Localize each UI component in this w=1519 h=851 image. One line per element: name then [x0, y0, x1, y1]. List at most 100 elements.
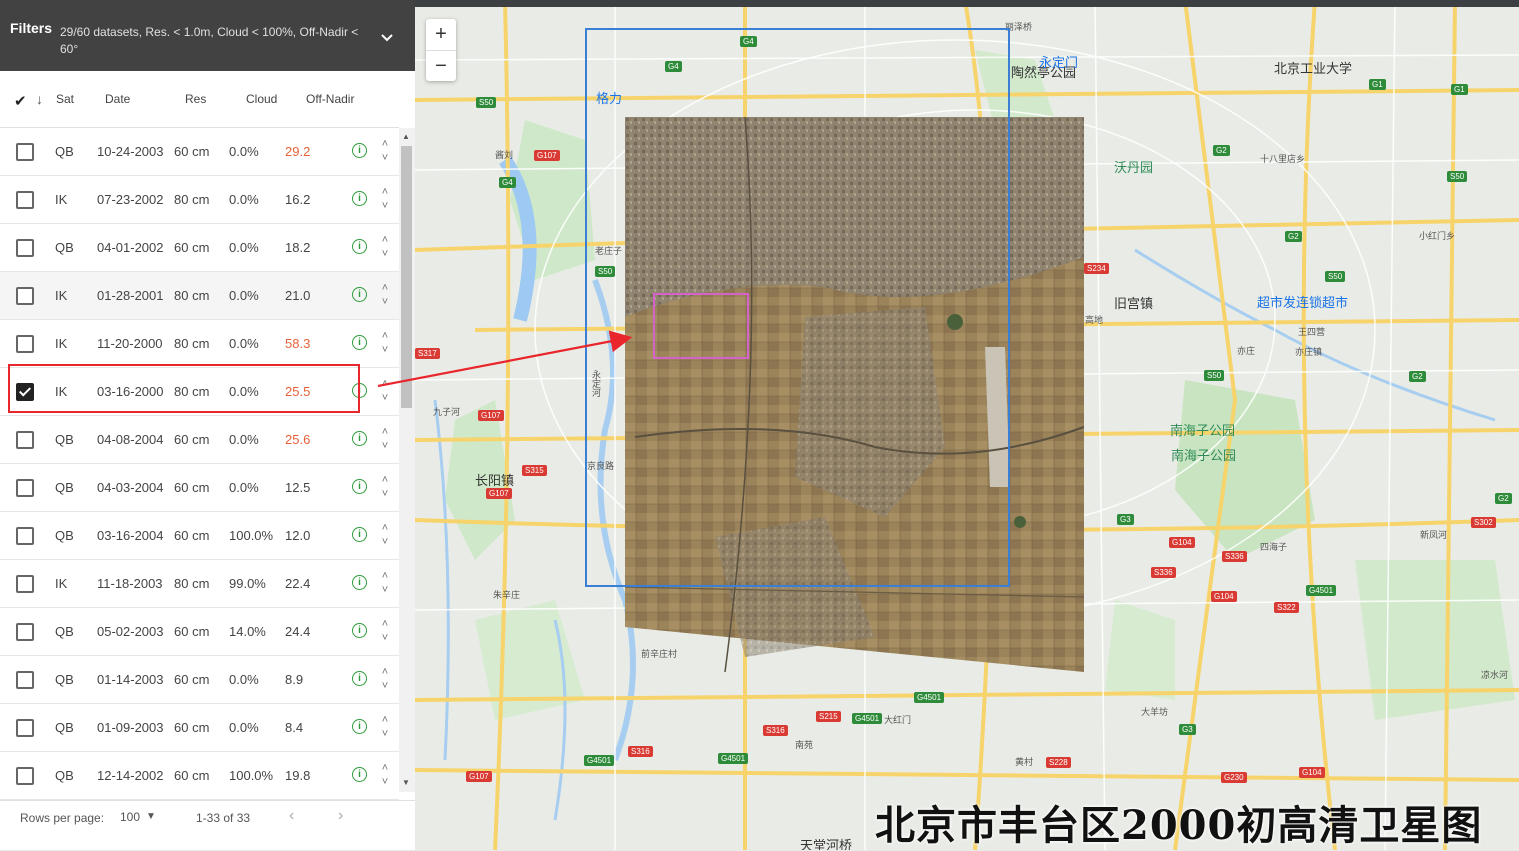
- cell-off-nadir: 21.0: [285, 288, 311, 303]
- info-icon[interactable]: i: [352, 719, 367, 734]
- info-icon[interactable]: i: [352, 143, 367, 158]
- next-page-icon[interactable]: ›: [338, 807, 343, 825]
- chevron-down-icon[interactable]: [378, 28, 396, 46]
- col-sat[interactable]: Sat: [56, 92, 74, 106]
- info-icon[interactable]: i: [352, 479, 367, 494]
- expand-chevrons-icon[interactable]: ˄ ˅: [379, 569, 391, 597]
- row-checkbox[interactable]: [16, 335, 34, 353]
- table-row[interactable]: QB 05-02-2003 60 cm 14.0% 24.4 i ˄ ˅: [0, 608, 399, 656]
- zoom-control: + −: [426, 19, 456, 81]
- expand-chevrons-icon[interactable]: ˄ ˅: [379, 617, 391, 645]
- caret-down-icon[interactable]: ▼: [146, 811, 156, 822]
- info-icon[interactable]: i: [352, 671, 367, 686]
- col-res[interactable]: Res: [185, 92, 206, 106]
- table-row[interactable]: QB 03-16-2004 60 cm 100.0% 12.0 i ˄ ˅: [0, 512, 399, 560]
- table-row[interactable]: QB 01-14-2003 60 cm 0.0% 8.9 i ˄ ˅: [0, 656, 399, 704]
- zoom-out-button[interactable]: −: [426, 51, 456, 82]
- row-checkbox[interactable]: [16, 767, 34, 785]
- col-cloud[interactable]: Cloud: [246, 92, 277, 106]
- cell-sat: IK: [55, 192, 68, 207]
- expand-chevrons-icon[interactable]: ˄ ˅: [379, 473, 391, 501]
- prev-page-icon[interactable]: ‹: [289, 807, 294, 825]
- row-checkbox[interactable]: [16, 575, 34, 593]
- table-scrollbar[interactable]: ▲ ▼: [399, 128, 415, 792]
- expand-chevrons-icon[interactable]: ˄ ˅: [379, 329, 391, 357]
- row-checkbox[interactable]: [16, 143, 34, 161]
- info-icon[interactable]: i: [352, 287, 367, 302]
- cell-res: 60 cm: [174, 624, 210, 639]
- info-icon[interactable]: i: [352, 767, 367, 782]
- info-icon[interactable]: i: [352, 431, 367, 446]
- image-caption: 北京市丰台区2000初高清卫星图: [875, 802, 1483, 849]
- table-row[interactable]: QB 04-01-2002 60 cm 0.0% 18.2 i ˄ ˅: [0, 224, 399, 272]
- info-icon[interactable]: i: [352, 623, 367, 638]
- road-shield: G107: [486, 488, 512, 499]
- row-checkbox[interactable]: [16, 527, 34, 545]
- cell-date: 11-18-2003: [97, 576, 163, 591]
- info-icon[interactable]: i: [352, 191, 367, 206]
- cell-date: 12-14-2002: [97, 768, 164, 783]
- map-label: 亦庄: [1237, 346, 1256, 356]
- map-label: 北京工业大学: [1274, 61, 1353, 76]
- filters-header[interactable]: Filters 29/60 datasets, Res. < 1.0m, Clo…: [0, 0, 415, 71]
- table-row[interactable]: QB 12-14-2002 60 cm 100.0% 19.8 i ˄ ˅: [0, 752, 399, 800]
- cell-sat: QB: [55, 720, 74, 735]
- row-checkbox[interactable]: [16, 479, 34, 497]
- expand-chevrons-icon[interactable]: ˄ ˅: [379, 281, 391, 309]
- row-checkbox[interactable]: [16, 719, 34, 737]
- row-checkbox[interactable]: [16, 239, 34, 257]
- expand-chevrons-icon[interactable]: ˄ ˅: [379, 185, 391, 213]
- sort-arrow-down-icon[interactable]: ↓: [36, 91, 43, 107]
- col-off-nadir[interactable]: Off-Nadir: [306, 92, 354, 106]
- road-shield: G2: [1495, 493, 1512, 504]
- row-checkbox[interactable]: [16, 287, 34, 305]
- road-shield: G3: [1117, 514, 1134, 525]
- table-row[interactable]: IK 01-28-2001 80 cm 0.0% 21.0 i ˄ ˅: [0, 272, 399, 320]
- expand-chevrons-icon[interactable]: ˄ ˅: [379, 713, 391, 741]
- cell-res: 80 cm: [174, 192, 210, 207]
- map-label: 永定门: [1039, 55, 1079, 70]
- zoom-in-button[interactable]: +: [426, 19, 456, 51]
- table-row[interactable]: IK 11-18-2003 80 cm 99.0% 22.4 i ˄ ˅: [0, 560, 399, 608]
- table-row[interactable]: IK 11-20-2000 80 cm 0.0% 58.3 i ˄ ˅: [0, 320, 399, 368]
- row-checkbox[interactable]: [16, 671, 34, 689]
- scroll-up-icon[interactable]: ▲: [402, 132, 410, 141]
- expand-chevrons-icon[interactable]: ˄ ˅: [379, 233, 391, 261]
- table-row[interactable]: IK 07-23-2002 80 cm 0.0% 16.2 i ˄ ˅: [0, 176, 399, 224]
- cell-cloud: 0.0%: [229, 192, 259, 207]
- info-icon[interactable]: i: [352, 239, 367, 254]
- road-shield: G230: [1221, 772, 1247, 783]
- rows-per-page-select[interactable]: 100: [120, 810, 140, 824]
- road-shield: S50: [476, 97, 497, 108]
- table-row[interactable]: QB 04-03-2004 60 cm 0.0% 12.5 i ˄ ˅: [0, 464, 399, 512]
- map-view[interactable]: 陶然亭公园 永定门 格力 沃丹园 旧宫镇 南海子公园 南海子公园 北京工业大学 …: [415, 0, 1519, 850]
- row-checkbox[interactable]: [16, 431, 34, 449]
- expand-chevrons-icon[interactable]: ˄ ˅: [379, 521, 391, 549]
- cell-res: 80 cm: [174, 336, 210, 351]
- map-label: 沃丹园: [1114, 160, 1154, 175]
- expand-chevrons-icon[interactable]: ˄ ˅: [379, 137, 391, 165]
- info-icon[interactable]: i: [352, 575, 367, 590]
- scrollbar-thumb[interactable]: [401, 146, 412, 408]
- info-icon[interactable]: i: [352, 527, 367, 542]
- col-date[interactable]: Date: [105, 92, 130, 106]
- expand-chevrons-icon[interactable]: ˄ ˅: [379, 377, 391, 405]
- select-all-check-icon[interactable]: ✔: [14, 92, 27, 110]
- table-row[interactable]: QB 01-09-2003 60 cm 0.0% 8.4 i ˄ ˅: [0, 704, 399, 752]
- road-shield: G107: [534, 150, 560, 161]
- table-row[interactable]: QB 04-08-2004 60 cm 0.0% 25.6 i ˄ ˅: [0, 416, 399, 464]
- expand-chevrons-icon[interactable]: ˄ ˅: [379, 761, 391, 789]
- cell-off-nadir: 8.4: [285, 720, 304, 735]
- expand-chevrons-icon[interactable]: ˄ ˅: [379, 425, 391, 453]
- cell-res: 60 cm: [174, 480, 210, 495]
- scroll-down-icon[interactable]: ▼: [402, 778, 410, 787]
- row-checkbox[interactable]: [16, 623, 34, 641]
- cell-off-nadir: 25.6: [285, 432, 311, 447]
- map-label: 南海子公园: [1170, 423, 1236, 438]
- expand-chevrons-icon[interactable]: ˄ ˅: [379, 665, 391, 693]
- road-shield: G4501: [852, 713, 883, 724]
- info-icon[interactable]: i: [352, 335, 367, 350]
- row-checkbox[interactable]: [16, 191, 34, 209]
- table-row[interactable]: QB 10-24-2003 60 cm 0.0% 29.2 i ˄ ˅: [0, 128, 399, 176]
- cell-date: 11-20-2000: [97, 336, 163, 351]
